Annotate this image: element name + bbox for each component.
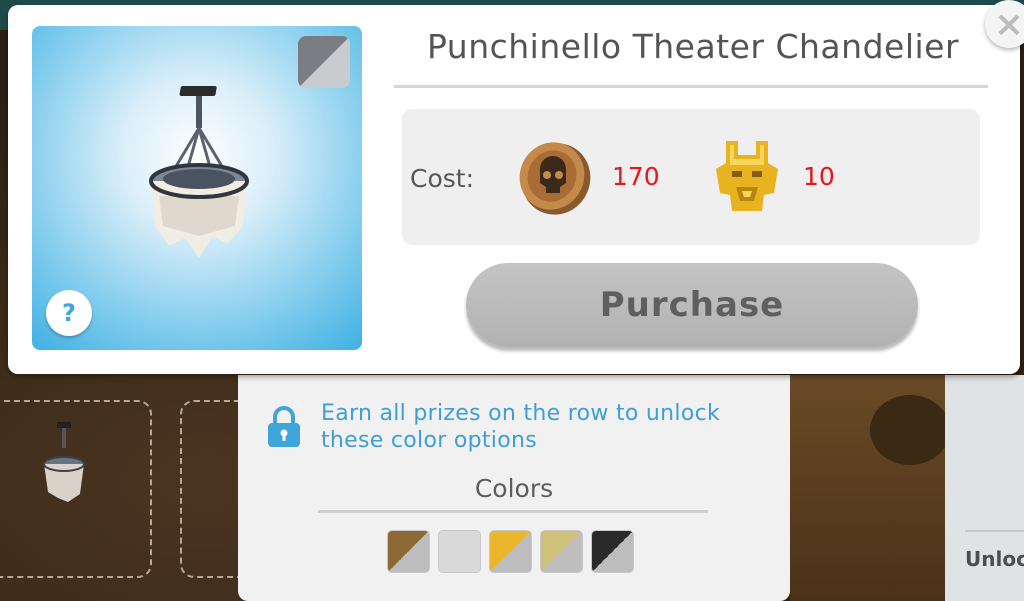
background-side-panel: Unlock [945, 375, 1024, 601]
color-swatch-1[interactable] [387, 530, 430, 573]
cost-label: Cost: [410, 164, 475, 193]
color-swatch-2[interactable] [438, 530, 481, 573]
coin-cost-amount: 170 [612, 162, 660, 191]
unlock-button-partial[interactable]: Unlock [965, 547, 1024, 571]
golden-mask-icon [716, 141, 778, 211]
colors-divider [318, 510, 708, 513]
item-preview: ? [32, 26, 362, 350]
rarity-tag [298, 36, 350, 88]
side-panel-divider [965, 530, 1024, 532]
purchase-button[interactable]: Purchase [466, 263, 918, 347]
purchase-dialog: ? Punchinello Theater Chandelier Cost: 1… [8, 5, 1020, 374]
unlock-message: Earn all prizes on the row to unlock the… [321, 401, 721, 453]
mask-cost-amount: 10 [803, 162, 835, 191]
skull-coin-icon [519, 142, 591, 215]
colors-heading: Colors [474, 474, 554, 503]
inventory-slot[interactable] [0, 400, 152, 578]
cost-box: Cost: 170 10 [402, 109, 980, 245]
background-decoration [870, 395, 950, 465]
title-divider [394, 85, 988, 88]
color-swatches [387, 530, 634, 573]
lock-icon [268, 406, 300, 447]
chandelier-thumbnail-icon [43, 422, 85, 502]
color-swatch-3[interactable] [489, 530, 532, 573]
help-button[interactable]: ? [46, 290, 92, 336]
item-title: Punchinello Theater Chandelier [426, 27, 960, 66]
chandelier-icon [149, 86, 249, 258]
color-swatch-5[interactable] [591, 530, 634, 573]
color-options-panel: Earn all prizes on the row to unlock the… [238, 375, 790, 601]
color-swatch-4[interactable] [540, 530, 583, 573]
